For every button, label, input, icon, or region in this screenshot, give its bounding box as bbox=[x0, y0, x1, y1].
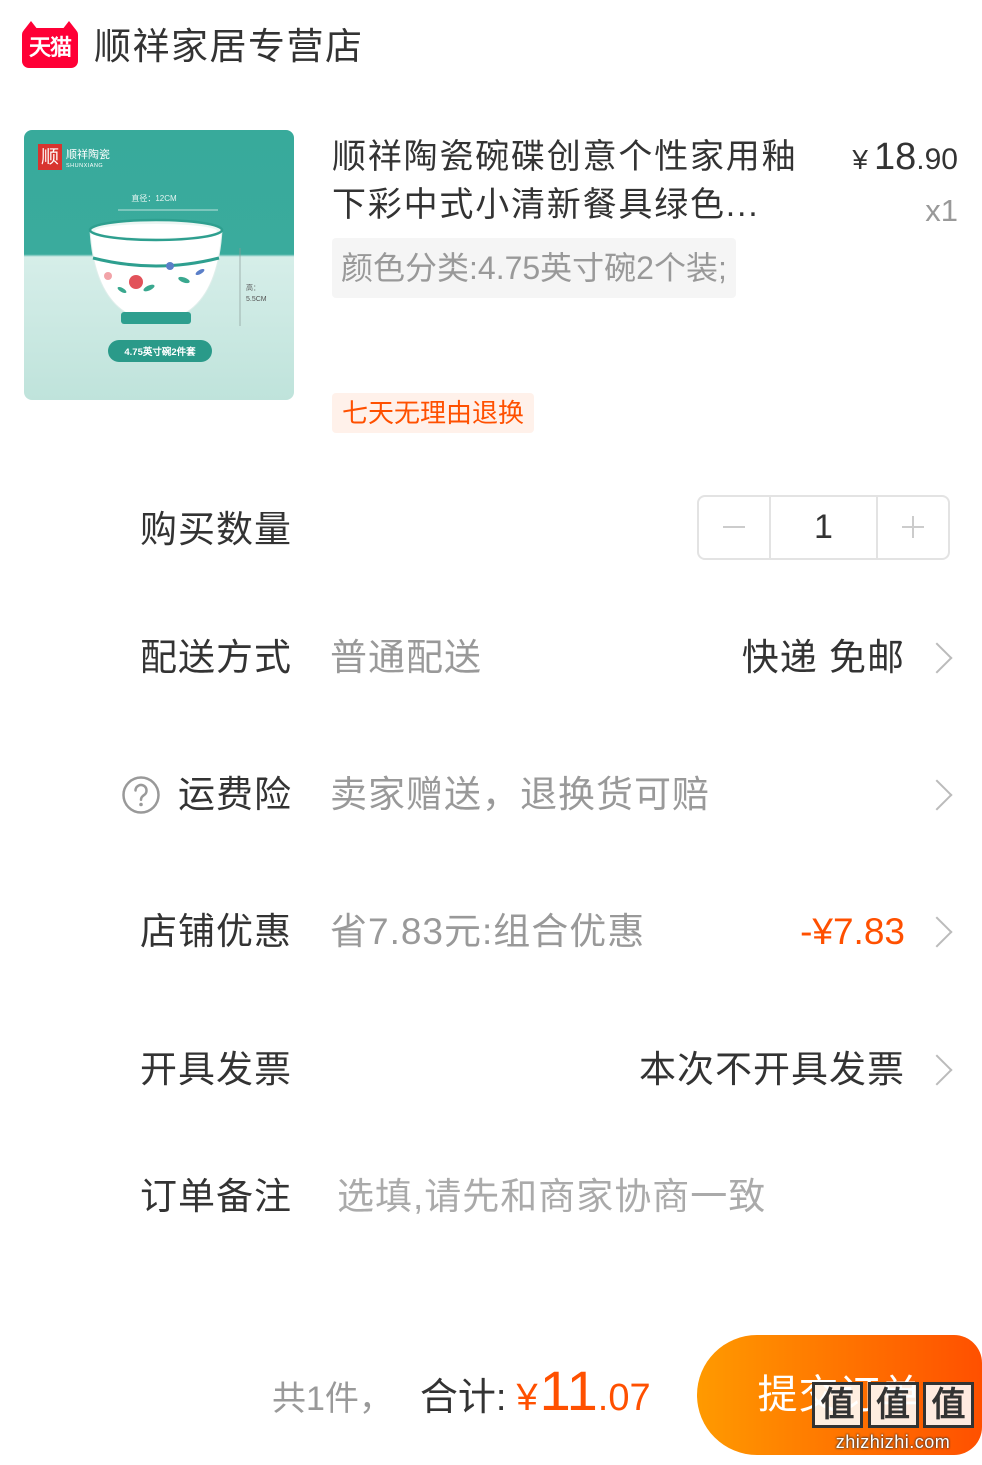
plus-icon-vertical bbox=[912, 516, 914, 538]
brand-mark: 顺 bbox=[41, 147, 59, 167]
tmall-logo-text: 天猫 bbox=[28, 35, 72, 60]
discount-amount: -¥7.83 bbox=[800, 911, 905, 952]
bowl-foot bbox=[121, 312, 191, 324]
height-label: 高： bbox=[246, 283, 260, 292]
brand-latin: SHUNXIANG bbox=[66, 163, 103, 169]
bowl-inner bbox=[95, 224, 217, 238]
total-decimal: .07 bbox=[597, 1377, 651, 1419]
product-image-art: 顺 顺祥陶瓷 SHUNXIANG 直径：12CM 高： 5.5CM 4.75英寸… bbox=[24, 130, 294, 400]
discount-value: 省7.83元:组合优惠 bbox=[330, 911, 646, 952]
watermark-site: zhizhizhi.com bbox=[835, 1432, 951, 1452]
question-circle-icon[interactable] bbox=[121, 775, 161, 815]
price-integer: 18 bbox=[874, 136, 917, 178]
note-label: 订单备注 bbox=[140, 1176, 292, 1217]
insurance-label: 运费险 bbox=[178, 774, 292, 815]
decrease-button[interactable] bbox=[699, 497, 769, 558]
question-dot bbox=[139, 802, 143, 807]
item-count: 共1件， bbox=[272, 1380, 393, 1418]
insurance-value: 卖家赠送，退换货可赔 bbox=[330, 774, 710, 815]
product-title-line-1[interactable]: 顺祥陶瓷碗碟创意个性家用釉 bbox=[332, 133, 797, 181]
set-label: 4.75英寸碗2件套 bbox=[124, 346, 196, 358]
total-integer: 11 bbox=[539, 1359, 598, 1422]
height-value: 5.5CM bbox=[246, 296, 267, 303]
chevron-right-icon[interactable] bbox=[921, 1054, 953, 1086]
watermark-char: 值 bbox=[923, 1382, 974, 1428]
product-image[interactable]: 顺 顺祥陶瓷 SHUNXIANG 直径：12CM 高： 5.5CM 4.75英寸… bbox=[24, 130, 294, 400]
store-name[interactable]: 顺祥家居专营店 bbox=[94, 22, 364, 72]
watermark-char: 值 bbox=[867, 1382, 919, 1428]
return-policy-badge: 七天无理由退换 bbox=[332, 393, 535, 433]
flower-red bbox=[129, 275, 143, 289]
product-price: ¥ 18 .90 bbox=[852, 136, 958, 184]
watermark-logo: 值 值 值 bbox=[812, 1382, 974, 1428]
discount-label: 店铺优惠 bbox=[140, 911, 292, 952]
product-sku[interactable]: 颜色分类:4.75英寸碗2个装; bbox=[332, 238, 736, 298]
watermark-char: 值 bbox=[812, 1382, 863, 1428]
chevron-right-icon[interactable] bbox=[921, 779, 953, 811]
tmall-logo: 天猫 bbox=[22, 21, 78, 68]
quantity-label: 购买数量 bbox=[140, 509, 292, 550]
total-currency: ¥ bbox=[516, 1377, 538, 1419]
flower-blue bbox=[166, 262, 174, 270]
delivery-detail: 快递 免邮 bbox=[741, 637, 905, 678]
store-discount-row[interactable]: 店铺优惠 省7.83元:组合优惠 -¥7.83 bbox=[0, 902, 982, 962]
invoice-detail: 本次不开具发票 bbox=[639, 1049, 905, 1090]
quantity-stepper[interactable]: 1 bbox=[697, 495, 950, 560]
chevron-right-icon[interactable] bbox=[921, 642, 953, 674]
order-note-row: 订单备注 bbox=[0, 1167, 982, 1227]
product-title-line-2[interactable]: 下彩中式小清新餐具绿色... bbox=[332, 181, 760, 229]
price-decimal: .90 bbox=[916, 143, 958, 176]
watermark: 值 值 值 zhizhizhi.com bbox=[812, 1382, 977, 1460]
order-summary: 共1件， 合计: ¥ 11 .07 bbox=[272, 1358, 651, 1432]
invoice-row[interactable]: 开具发票 本次不开具发票 bbox=[0, 1040, 982, 1100]
order-note-input[interactable] bbox=[330, 1167, 890, 1227]
total-label: 合计: bbox=[419, 1377, 507, 1419]
diameter-label: 直径：12CM bbox=[131, 193, 177, 203]
delivery-row[interactable]: 配送方式 普通配送 快递 免邮 bbox=[0, 628, 982, 688]
chevron-right-icon[interactable] bbox=[921, 916, 953, 948]
brand-name: 顺祥陶瓷 bbox=[66, 147, 110, 161]
delivery-value: 普通配送 bbox=[330, 637, 482, 678]
minus-icon bbox=[723, 526, 745, 528]
shipping-insurance-row[interactable]: 运费险 卖家赠送，退换货可赔 bbox=[0, 765, 982, 825]
price-currency: ¥ bbox=[852, 144, 868, 175]
flower-pink bbox=[104, 272, 112, 280]
product-quantity: x1 bbox=[925, 193, 958, 228]
invoice-label: 开具发票 bbox=[140, 1049, 292, 1090]
quantity-value[interactable]: 1 bbox=[769, 497, 878, 558]
delivery-label: 配送方式 bbox=[140, 637, 292, 678]
increase-button[interactable] bbox=[878, 497, 948, 558]
question-circle-ring bbox=[122, 776, 160, 814]
question-mark bbox=[134, 783, 148, 801]
